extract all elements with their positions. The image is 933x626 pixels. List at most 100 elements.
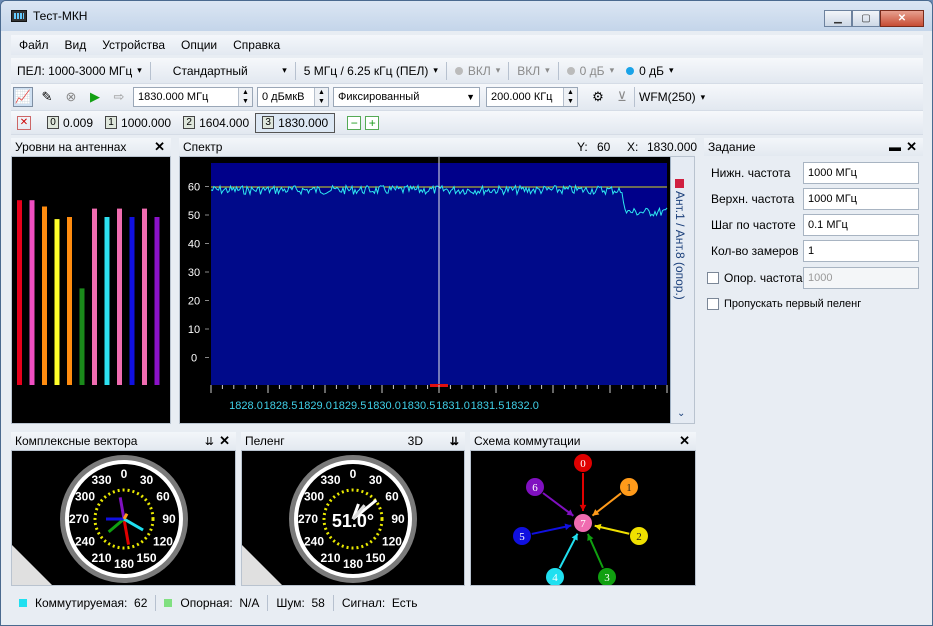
noise-value: 58 <box>311 596 325 610</box>
menu-devices[interactable]: Устройства <box>94 38 173 52</box>
chevron-double-down-icon[interactable]: ⌄ <box>677 408 685 419</box>
level-input[interactable]: 0 дБмкВ ▲ ▼ <box>257 87 329 107</box>
x-readout-label: X: <box>627 140 639 154</box>
remove-marker-icon[interactable]: − <box>347 115 362 130</box>
dial-label: 330 <box>91 473 111 487</box>
close-icon[interactable]: ✕ <box>154 139 165 155</box>
complex-header: Комплексные вектора ⇊ ✕ <box>11 432 236 450</box>
status-noise: Шум: 58 <box>268 595 334 611</box>
count-input[interactable]: 1 <box>803 240 919 262</box>
menu-file[interactable]: Файл <box>11 38 57 52</box>
ref-freq-checkbox[interactable] <box>707 272 719 284</box>
frequency-input[interactable]: 1830.000 МГц ▲ ▼ <box>133 87 253 107</box>
stop-icon[interactable]: ⊗ <box>61 87 81 107</box>
vkl1-label: ВКЛ <box>467 63 491 78</box>
play-icon[interactable]: ▶ <box>85 87 105 107</box>
bearing-3d-toggle[interactable]: 3D <box>408 434 423 448</box>
antenna-bar <box>79 288 85 385</box>
maximize-button[interactable]: ▢ <box>852 10 880 27</box>
scheme-center-label: 7 <box>580 518 586 530</box>
collapse-icon[interactable]: ⇊ <box>450 435 459 448</box>
antenna-pair-label[interactable]: Ант.1 / Ант.8 (опор.) <box>673 191 687 300</box>
arrow-right-icon[interactable]: ⇨ <box>109 87 129 107</box>
add-marker-icon[interactable]: + <box>365 115 380 130</box>
dial-label: 120 <box>382 535 402 549</box>
attenuation2-dropdown[interactable]: 0 дБ <box>620 61 679 81</box>
x-tick-label: 1828.0 <box>229 400 263 412</box>
marker-3[interactable]: 3 1830.000 <box>255 112 336 133</box>
task-title: Задание <box>708 140 756 154</box>
dial-label: 90 <box>162 512 176 526</box>
dial-label: 0 <box>350 467 357 481</box>
spin-icon[interactable]: ▲ ▼ <box>563 88 577 106</box>
complex-vectors-view: 0 30 60 90 120 150 180 210 240 270 300 330 <box>11 450 236 586</box>
antenna-bar <box>17 200 22 385</box>
marker-value: 1000.000 <box>121 115 172 130</box>
menu-help[interactable]: Справка <box>225 38 288 52</box>
switching-scheme-view: 0 1 2 3 4 5 6 7 <box>470 450 696 586</box>
task-row-count: Кол-во замеров 1 <box>707 240 919 262</box>
marker-index: 1 <box>105 116 118 129</box>
dial-label: 240 <box>75 535 95 549</box>
low-freq-input[interactable]: 1000 МГц <box>803 162 919 184</box>
dial-label: 90 <box>391 512 405 526</box>
dial-label: 30 <box>140 473 154 487</box>
wfm-dropdown[interactable]: WFM(250) <box>634 87 711 107</box>
vkl2-dropdown[interactable]: ВКЛ <box>511 61 555 81</box>
span-dropdown[interactable]: 5 МГц / 6.25 кГц (ПЕЛ) <box>298 61 444 81</box>
spin-icon[interactable]: ▲ ▼ <box>238 88 252 106</box>
dial-label: 30 <box>369 473 383 487</box>
arrowhead-icon <box>594 523 602 531</box>
app-icon <box>11 10 27 22</box>
status-bar: Коммутируемая: 62 Опорная: N/A Шум: 58 С… <box>11 592 926 614</box>
switched-color-icon <box>19 599 27 607</box>
menu-bar: Файл Вид Устройства Опции Справка <box>11 35 923 55</box>
status-signal: Сигнал: Есть <box>334 595 426 611</box>
vkl1-dropdown[interactable]: ВКЛ <box>449 61 506 81</box>
dial-label: 300 <box>304 490 324 504</box>
skip-first-checkbox[interactable] <box>707 298 719 310</box>
mode-select[interactable]: Фиксированный ▼ <box>333 87 480 107</box>
step-field[interactable]: 0.1 МГц <box>803 214 919 236</box>
clear-markers-icon[interactable]: ✕ <box>17 115 31 130</box>
title-bar: Тест-МКН ▁ ▢ ✕ <box>1 1 932 31</box>
attenuation1-dropdown[interactable]: 0 дБ <box>561 61 620 81</box>
spin-icon[interactable]: ▲ ▼ <box>314 88 328 106</box>
signal-value: Есть <box>391 596 418 610</box>
antenna-bar <box>117 208 122 385</box>
antenna-color-icon <box>675 179 684 188</box>
high-freq-input[interactable]: 1000 МГц <box>803 188 919 210</box>
close-icon[interactable]: ✕ <box>679 433 690 449</box>
spectrum-chart[interactable]: 60 50 40 30 20 10 0 1828.0 1828.5 1829.0 1829.5 183… <box>179 156 695 424</box>
close-button[interactable]: ✕ <box>880 10 924 27</box>
marker-value: 0.009 <box>63 115 94 130</box>
complex-title: Комплексные вектора <box>15 434 138 448</box>
corner-shade <box>12 545 52 585</box>
marker-0[interactable]: 0 0.009 <box>41 113 99 133</box>
step-input[interactable]: 200.000 КГц ▲ ▼ <box>486 87 578 107</box>
settings-icon[interactable]: ⚙ <box>588 87 608 107</box>
collapse-icon[interactable]: ⇊ <box>205 435 214 448</box>
close-icon[interactable]: ✕ <box>906 139 917 155</box>
menu-view[interactable]: Вид <box>57 38 95 52</box>
minimize-panel-icon[interactable]: ▬ <box>889 140 901 154</box>
minimize-button[interactable]: ▁ <box>824 10 852 27</box>
marker-2[interactable]: 2 1604.000 <box>177 113 255 133</box>
band-dropdown[interactable]: ПЕЛ: 1000-3000 МГц <box>11 61 148 81</box>
menu-options[interactable]: Опции <box>173 38 225 52</box>
dial-label: 60 <box>385 490 399 504</box>
signal-label: Сигнал: <box>341 596 386 610</box>
marker-1[interactable]: 1 1000.000 <box>99 113 177 133</box>
pen-icon[interactable]: ✎ <box>37 87 57 107</box>
antenna-bar <box>142 208 147 385</box>
ref-freq-input[interactable]: 1000 <box>803 267 919 289</box>
close-icon[interactable]: ✕ <box>219 433 230 449</box>
filter-icon[interactable]: ⊻ <box>612 87 632 107</box>
task-row-high-freq: Верхн. частота 1000 МГц <box>707 188 919 210</box>
reference-value: N/A <box>239 596 260 610</box>
chart-mode-icon[interactable]: 📈 <box>13 87 33 107</box>
status-dot-icon <box>454 66 463 75</box>
mode-dropdown[interactable]: Стандартный <box>153 61 293 81</box>
antenna-bar <box>154 217 160 385</box>
y-tick-label: 30 <box>188 267 200 279</box>
